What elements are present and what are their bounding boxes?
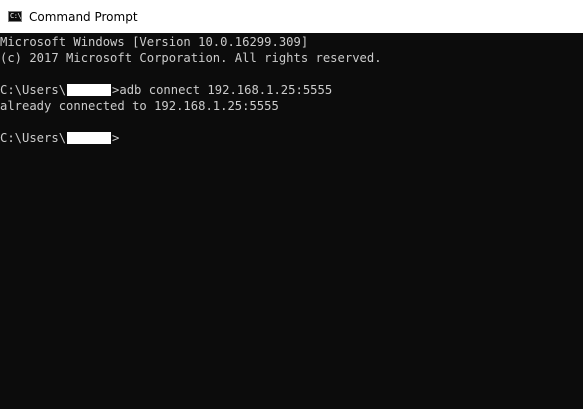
prompt-path-prefix: C:\Users\: [0, 131, 67, 145]
console-prompt-line[interactable]: C:\Users\ >: [0, 130, 583, 146]
command-text: >adb connect 192.168.1.25:5555: [112, 83, 333, 97]
redacted-username: [67, 84, 112, 96]
console-output[interactable]: Microsoft Windows [Version 10.0.16299.30…: [0, 33, 583, 409]
console-icon-glyph: C:\: [10, 12, 22, 20]
prompt-caret: >: [112, 131, 120, 145]
title-bar[interactable]: C:\ Command Prompt: [0, 0, 583, 33]
console-command-line: C:\Users\ >adb connect 192.168.1.25:5555: [0, 82, 583, 98]
console-line: already connected to 192.168.1.25:5555: [0, 99, 279, 113]
redacted-username: [67, 132, 112, 144]
console-app-icon[interactable]: C:\: [8, 11, 22, 22]
prompt-path-prefix: C:\Users\: [0, 83, 67, 97]
console-line: (c) 2017 Microsoft Corporation. All righ…: [0, 51, 382, 65]
command-prompt-window: C:\ Command Prompt Microsoft Windows [Ve…: [0, 0, 583, 409]
console-line: Microsoft Windows [Version 10.0.16299.30…: [0, 35, 309, 49]
window-title: Command Prompt: [29, 10, 138, 24]
